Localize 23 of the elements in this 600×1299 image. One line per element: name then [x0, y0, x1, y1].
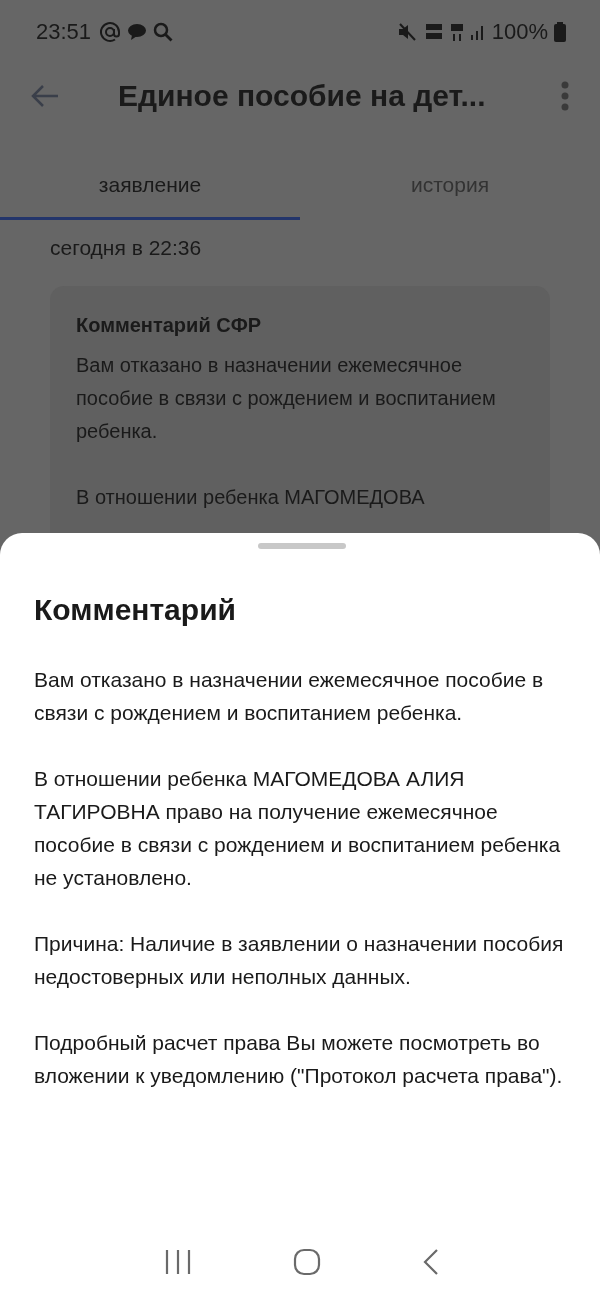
tab[interactable]: заявление	[0, 152, 300, 220]
signal-icon	[469, 23, 486, 41]
search-icon	[153, 22, 174, 42]
card-title: Комментарий СФР	[76, 314, 263, 337]
page-title: Единое пособие на дет...	[118, 79, 487, 113]
back-icon[interactable]	[421, 1248, 440, 1276]
card-paragraph: В отношении ребенка МАГОМЕДОВА	[76, 485, 426, 510]
recent-apps-icon[interactable]	[164, 1249, 193, 1275]
battery-icon	[554, 22, 566, 42]
battery-percent: 100%	[491, 19, 548, 45]
sheet-title: Комментарий	[34, 593, 238, 627]
timestamp: сегодня в 22:36	[50, 236, 203, 261]
card-paragraph: Вам отказано в назначении ежемесячное пособие в связи с рождением и воспитанием ребенка.	[76, 353, 497, 444]
drag-handle[interactable]	[258, 543, 346, 549]
status-time: 23:51	[36, 19, 92, 45]
comment-paragraph: Причина: Наличие в заявлении о назначении пособия недостоверных или неполных данных.	[34, 931, 565, 990]
at-sign-icon	[99, 21, 122, 43]
comment-paragraph: В отношении ребенка МАГОМЕДОВА АЛИЯ ТАГИРОВНА право на получение ежемесячное пособие в связи с рождением и воспитанием ребенка не установлено.	[34, 766, 562, 891]
chat-bubble-icon	[127, 23, 148, 41]
comment-paragraph: Вам отказано в назначении ежемесячное пособие в связи с рождением и воспитанием ребенка.	[34, 667, 545, 726]
comment-paragraph: Подробный расчет права Вы можете посмотреть во вложении к уведомлению ("Протокол расчета права").	[34, 1030, 564, 1089]
home-icon[interactable]	[293, 1248, 321, 1276]
muted-icon	[397, 23, 418, 41]
